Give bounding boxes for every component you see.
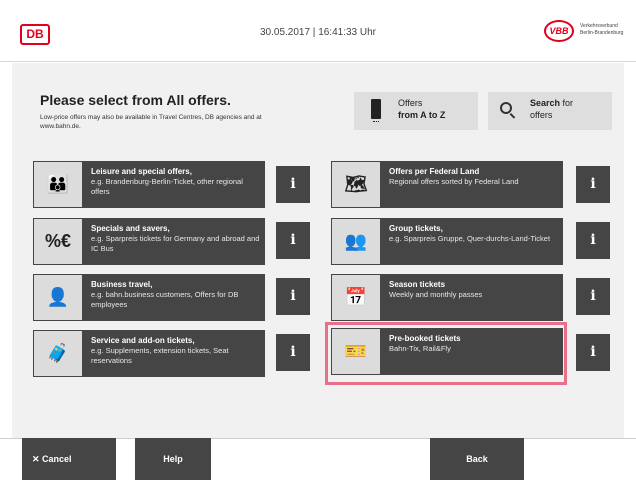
offer-description: e.g. Brandenburg-Berlin-Ticket, other re… xyxy=(91,177,243,196)
vbb-logo-text: Verkehrsverbund Berlin-Brandenburg xyxy=(580,23,624,36)
header-bar: DB 30.05.2017 | 16:41:33 Uhr VBB Verkehr… xyxy=(0,0,636,62)
offer-description: e.g. Sparpreis Gruppe, Quer-durchs-Land-… xyxy=(389,234,551,243)
offer-service-addon[interactable]: 🧳 Service and add-on tickets, e.g. Suppl… xyxy=(33,330,265,377)
back-button[interactable]: Back xyxy=(430,438,524,480)
help-button[interactable]: Help xyxy=(135,438,211,480)
search-offers-line2: offers xyxy=(530,110,553,120)
info-button-federal-land[interactable]: i xyxy=(576,166,610,203)
offer-group-tickets[interactable]: 👥 Group tickets, e.g. Sparpreis Gruppe, … xyxy=(331,218,563,265)
offer-title: Business travel, xyxy=(91,280,153,289)
offers-a-to-z-line2: from A to Z xyxy=(398,110,446,120)
offer-description: e.g. bahn.business customers, Offers for… xyxy=(91,290,239,309)
phone-icon xyxy=(371,99,381,122)
offer-description: e.g. Sparpreis tickets for Germany and a… xyxy=(91,234,260,253)
search-offers-button[interactable]: Search for offers xyxy=(488,92,612,130)
offer-description: Regional offers sorted by Federal Land xyxy=(389,177,519,186)
germany-map-icon: 🗺 xyxy=(331,161,381,208)
cancel-button[interactable]: ✕ Cancel xyxy=(22,438,116,480)
offer-description: e.g. Supplements, extension tickets, Sea… xyxy=(91,346,229,365)
search-icon xyxy=(500,102,512,114)
offer-title: Group tickets, xyxy=(389,224,443,233)
offer-title: Leisure and special offers, xyxy=(91,167,192,176)
offer-business-travel[interactable]: 👤 Business travel, e.g. bahn.business cu… xyxy=(33,274,265,321)
info-button-business[interactable]: i xyxy=(276,278,310,315)
offer-title: Service and add-on tickets, xyxy=(91,336,195,345)
page-title: Please select from All offers. xyxy=(40,92,231,108)
info-button-service[interactable]: i xyxy=(276,334,310,371)
offer-specials-savers[interactable]: %€ Specials and savers, e.g. Sparpreis t… xyxy=(33,218,265,265)
offer-federal-land[interactable]: 🗺 Offers per Federal Land Regional offer… xyxy=(331,161,563,208)
info-button-season[interactable]: i xyxy=(576,278,610,315)
intro-subtext: Low-price offers may also be available i… xyxy=(40,114,262,130)
percent-euro-icon: %€ xyxy=(33,218,83,265)
business-person-icon: 👤 xyxy=(33,274,83,321)
group-icon: 👥 xyxy=(331,218,381,265)
offer-season-tickets[interactable]: 📅 Season tickets Weekly and monthly pass… xyxy=(331,274,563,321)
offers-a-to-z-button[interactable]: Offers from A to Z xyxy=(354,92,478,130)
info-button-leisure[interactable]: i xyxy=(276,166,310,203)
offer-description: Weekly and monthly passes xyxy=(389,290,483,299)
datetime-display: 30.05.2017 | 16:41:33 Uhr xyxy=(259,27,377,38)
offer-leisure-special[interactable]: 👪 Leisure and special offers, e.g. Brand… xyxy=(33,161,265,208)
offer-title: Offers per Federal Land xyxy=(389,167,480,176)
search-offers-bold: Search xyxy=(530,98,561,108)
vbb-logo: VBB xyxy=(544,20,574,42)
offer-title: Season tickets xyxy=(389,280,446,289)
search-offers-rest: for xyxy=(560,98,574,108)
selection-highlight xyxy=(325,322,567,385)
offers-a-to-z-line1: Offers xyxy=(398,98,423,108)
calendar-clock-icon: 📅 xyxy=(331,274,381,321)
offer-title: Specials and savers, xyxy=(91,224,170,233)
search-offers-line1: Search for xyxy=(530,98,573,109)
info-button-specials[interactable]: i xyxy=(276,222,310,259)
family-icon: 👪 xyxy=(33,161,83,208)
luggage-icon: 🧳 xyxy=(33,330,83,377)
info-button-group[interactable]: i xyxy=(576,222,610,259)
info-button-pre-booked[interactable]: i xyxy=(576,334,610,371)
